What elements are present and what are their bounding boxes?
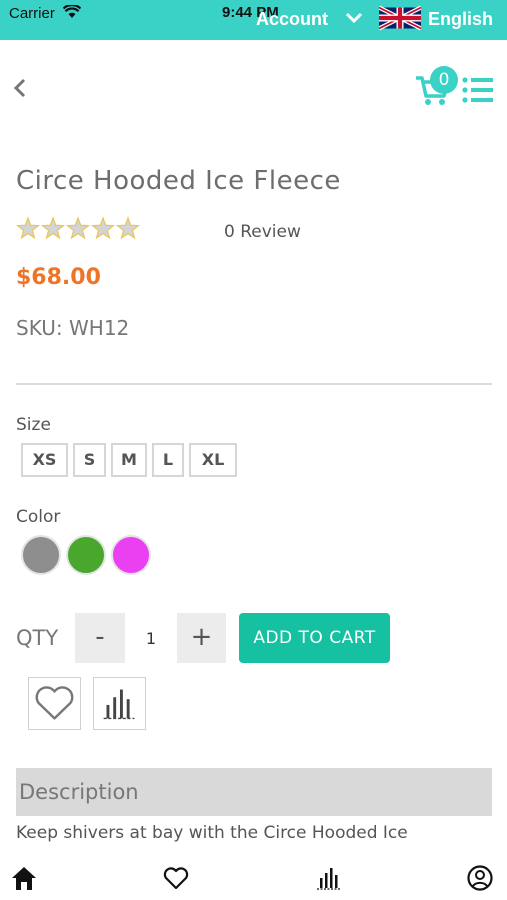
divider (16, 383, 492, 385)
description-tab[interactable]: Description (16, 768, 492, 816)
add-to-cart-button[interactable]: ADD TO CART (239, 613, 390, 663)
star-icon (16, 216, 41, 240)
qty-input[interactable] (125, 613, 177, 663)
back-chevron-left-icon[interactable] (10, 77, 30, 99)
rating-stars (16, 216, 140, 240)
star-icon (115, 216, 140, 240)
carrier-label: Carrier (9, 5, 55, 22)
add-to-compare-button[interactable] (93, 677, 146, 730)
product-sku: SKU: WH12 (16, 316, 130, 340)
account-menu-label[interactable]: Account (256, 9, 328, 30)
bottom-tab-bar (0, 848, 507, 900)
color-swatch-green[interactable] (66, 535, 106, 575)
product-title: Circe Hooded Ice Fleece (16, 166, 341, 196)
heart-icon (35, 686, 74, 720)
size-options: XS S M L XL (21, 443, 237, 477)
language-selector[interactable]: English (428, 9, 493, 30)
size-option-xl[interactable]: XL (189, 443, 237, 477)
qty-label: QTY (16, 626, 59, 650)
user-icon[interactable] (466, 864, 494, 892)
size-option-xs[interactable]: XS (21, 443, 68, 477)
review-count-link[interactable]: 0 Review (224, 222, 301, 242)
wifi-icon (63, 5, 81, 18)
product-price: $68.00 (16, 265, 101, 290)
qty-increment-button[interactable]: + (177, 613, 226, 663)
compare-icon[interactable] (314, 864, 342, 892)
size-label: Size (16, 415, 51, 435)
color-swatch-gray[interactable] (21, 535, 61, 575)
color-label: Color (16, 507, 61, 527)
home-icon[interactable] (10, 864, 38, 892)
top-bar: Carrier 9:44 PM Account English (0, 0, 507, 40)
chevron-down-icon[interactable] (345, 12, 363, 24)
color-swatch-magenta[interactable] (111, 535, 151, 575)
uk-flag-icon[interactable] (379, 5, 421, 31)
star-icon (40, 216, 66, 240)
add-to-wishlist-button[interactable] (28, 677, 81, 730)
size-option-m[interactable]: M (111, 443, 147, 477)
size-option-l[interactable]: L (152, 443, 184, 477)
description-heading: Description (19, 780, 139, 804)
size-option-s[interactable]: S (73, 443, 106, 477)
wishlist-heart-icon[interactable] (162, 864, 190, 892)
description-text: Keep shivers at bay with the Circe Hoode… (16, 823, 408, 843)
list-menu-icon[interactable] (462, 77, 494, 103)
qty-decrement-button[interactable]: - (75, 613, 125, 663)
bar-chart-icon (103, 689, 135, 720)
quantity-stepper: - + (75, 613, 226, 663)
star-icon (65, 216, 91, 240)
star-icon (90, 216, 116, 240)
cart-count-badge[interactable]: 0 (430, 66, 458, 94)
